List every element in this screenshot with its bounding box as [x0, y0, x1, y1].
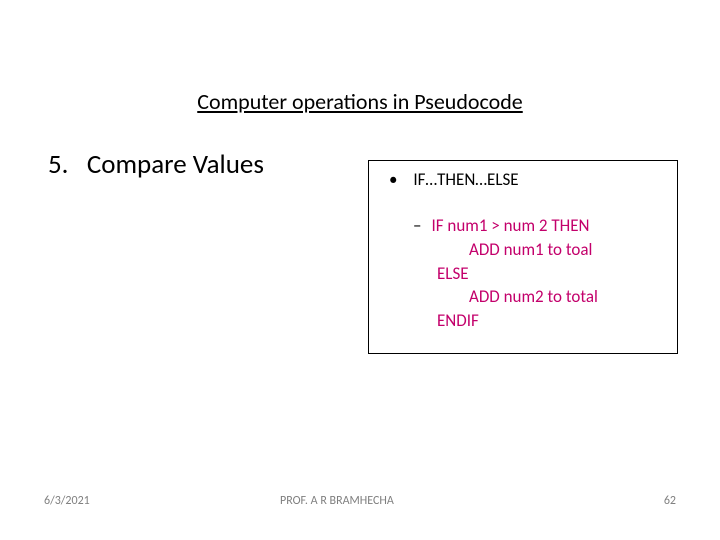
- bullet-item: • IF…THEN…ELSE: [369, 161, 677, 194]
- footer-date: 6/3/2021: [44, 494, 90, 508]
- slide-title: Computer operations in Pseudocode: [0, 88, 720, 115]
- pseudocode-block: –IF num1 > num 2 THEN ADD num1 to toal E…: [369, 194, 677, 353]
- code-line-5: ENDIF: [413, 309, 665, 333]
- code-line-2: ADD num1 to toal: [413, 238, 665, 262]
- code-line-1: –IF num1 > num 2 THEN: [413, 214, 665, 238]
- bullet-label: IF…THEN…ELSE: [413, 169, 518, 190]
- code-line-4: ADD num2 to total: [413, 285, 665, 309]
- content-box: • IF…THEN…ELSE –IF num1 > num 2 THEN ADD…: [368, 160, 678, 354]
- section-heading: 5. Compare Values: [48, 148, 264, 181]
- footer-author: PROF. A R BRAMHECHA: [280, 494, 394, 508]
- section-number: 5.: [48, 148, 69, 181]
- footer-page-number: 62: [664, 494, 676, 508]
- slide: Computer operations in Pseudocode 5. Com…: [0, 0, 720, 540]
- dash-icon: –: [413, 215, 421, 236]
- section-label: Compare Values: [87, 148, 264, 181]
- bullet-icon: •: [389, 169, 397, 190]
- code-line-3: ELSE: [413, 262, 665, 286]
